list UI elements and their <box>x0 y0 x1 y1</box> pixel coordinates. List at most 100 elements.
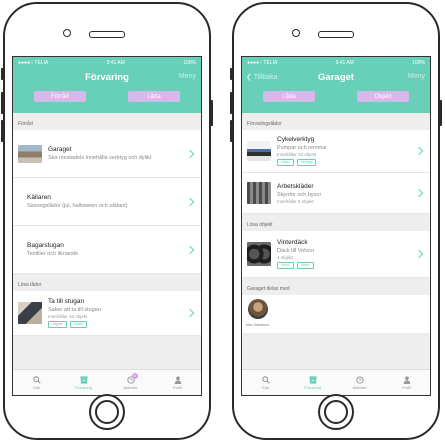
page-title: Förvaring <box>85 71 129 83</box>
menu-button[interactable]: Meny <box>179 73 196 80</box>
box-icon <box>79 375 88 384</box>
chevron-right-icon <box>414 146 424 156</box>
status-bar: ●●●●○ TELIA 9:41 AM 100% <box>242 57 430 68</box>
chevron-right-icon <box>414 188 424 198</box>
item-name: Källaren <box>27 194 51 201</box>
segment-forrad[interactable]: Förråd <box>34 91 86 102</box>
segment-control: Förråd Låda <box>13 91 201 102</box>
object-name: Vinterdäck <box>277 239 308 246</box>
segment-lada[interactable]: Låda <box>128 91 180 102</box>
tab-bar: Sök Förvaring Aktivitet Profil <box>242 369 430 395</box>
speaker <box>89 31 125 38</box>
tab-label: Förvaring <box>75 384 92 390</box>
list-item[interactable]: Cykelverktyg Pumpar och remmar Innehålle… <box>242 130 430 173</box>
battery: 100% <box>183 59 196 66</box>
tab-storage[interactable]: Förvaring <box>69 375 99 390</box>
tag[interactable]: Volvo <box>277 262 294 269</box>
shared-users: Mac Svensson <box>242 295 430 333</box>
chevron-right-icon <box>185 197 195 206</box>
menu-button[interactable]: Meny <box>408 73 425 80</box>
speaker <box>318 31 354 38</box>
object-count: 4 objekt <box>277 255 293 260</box>
home-button[interactable] <box>318 394 354 430</box>
notification-badge: 3 <box>131 372 138 379</box>
tab-label: Förvaring <box>304 384 321 390</box>
object-desc: Däck till Volvon <box>277 248 315 254</box>
tab-search[interactable]: Sök <box>22 375 52 390</box>
list-item[interactable]: Ta till stugan Saker att ta till stugan … <box>13 291 201 336</box>
segment-objekt[interactable]: Objekt <box>357 91 409 102</box>
tab-label: Aktivitet <box>123 384 138 390</box>
status-bar: ●●●●○ TELIA 9:41 AM 100% <box>13 57 201 68</box>
section-heading: Lösa lådor <box>18 282 42 288</box>
box-icon <box>308 375 317 384</box>
front-camera <box>292 29 300 37</box>
clock-icon <box>355 375 364 384</box>
segment-lada[interactable]: Låda <box>263 91 315 102</box>
power-button <box>439 100 442 126</box>
tools-photo <box>247 141 271 161</box>
tab-profile[interactable]: Profil <box>163 376 193 390</box>
back-button[interactable]: ❮ Tillbaka <box>246 73 278 81</box>
segment-control: Låda Objekt <box>242 91 430 102</box>
box-desc: Saker att ta till stugan <box>48 307 101 313</box>
item-name: Bagarstugan <box>27 242 64 249</box>
header: ●●●●○ TELIA 9:41 AM 100% ❮ Tillbaka Gara… <box>242 57 430 113</box>
tag[interactable]: Jägare <box>48 321 67 328</box>
list-item[interactable]: Vinterdäck Däck till Volvon 4 objekt Vol… <box>242 231 430 278</box>
item-desc: Säsongslådor (jul, halloween och sådant) <box>27 203 128 209</box>
tab-storage[interactable]: Förvaring <box>298 375 328 390</box>
clock: 9:41 AM <box>335 59 354 66</box>
person-icon <box>174 376 181 384</box>
screen: ●●●●○ TELIA 9:41 AM 100% ❮ Tillbaka Gara… <box>241 56 431 396</box>
tab-search[interactable]: Sök <box>251 375 281 390</box>
battery: 100% <box>412 59 425 66</box>
section-heading: Lösa objekt <box>247 222 273 228</box>
back-label: Tillbaka <box>253 74 278 81</box>
tab-activity[interactable]: 3 Aktivitet <box>116 372 146 390</box>
list-item[interactable]: Källaren Säsongslådor (jul, halloween oc… <box>13 178 201 226</box>
box-count: Innehåller 5 objekt <box>277 198 314 204</box>
volume-up-button <box>1 92 4 114</box>
box-desc: Skjortor och byxor <box>277 191 322 198</box>
home-button[interactable] <box>89 394 125 430</box>
mute-switch <box>1 68 4 80</box>
section-heading: Förvaringslådor <box>247 121 282 127</box>
box-count: Innehåller 16 objekt <box>48 314 88 319</box>
person-icon <box>403 376 410 384</box>
chevron-right-icon <box>185 149 195 158</box>
tab-profile[interactable]: Profil <box>392 376 422 390</box>
chevron-right-icon <box>414 249 424 259</box>
box-name: Arbetskläder <box>277 182 314 190</box>
list-item[interactable]: Garaget Ska mestadels innehålla verktyg … <box>13 130 201 178</box>
box-name: Ta till stugan <box>48 298 85 305</box>
tab-activity[interactable]: Aktivitet <box>345 375 375 390</box>
box-photo <box>18 302 42 324</box>
tag[interactable]: Vinter <box>69 321 87 328</box>
mute-switch <box>230 68 233 80</box>
power-button <box>210 100 213 126</box>
box-desc: Pumpar och remmar <box>277 145 328 151</box>
tab-bar: Sök Förvaring 3 Aktivitet Profil <box>13 369 201 395</box>
volume-down-button <box>230 120 233 142</box>
tag[interactable]: Cykel <box>277 159 294 166</box>
list-item[interactable]: Bagarstugan Textilier och liknande <box>13 226 201 274</box>
carrier: ●●●●○ TELIA <box>247 59 278 66</box>
shared-user-name: Mac Svensson <box>246 323 269 327</box>
tab-label: Aktivitet <box>352 384 367 390</box>
tires-photo <box>247 242 271 266</box>
screen: ●●●●○ TELIA 9:41 AM 100% Förvaring Meny … <box>12 56 202 396</box>
volume-up-button <box>230 92 233 114</box>
section-heading: Garaget delas med <box>247 286 290 292</box>
header: ●●●●○ TELIA 9:41 AM 100% Förvaring Meny … <box>13 57 201 113</box>
list-item[interactable]: Arbetskläder Skjortor och byxor Innehåll… <box>242 173 430 214</box>
tag[interactable]: Verktyg <box>296 159 317 166</box>
avatar[interactable] <box>248 299 268 319</box>
tab-label: Sök <box>262 384 269 390</box>
box-name: Cykelverktyg <box>277 136 315 143</box>
page-title: Garaget <box>318 71 354 83</box>
chevron-left-icon: ❮ <box>246 74 254 81</box>
carrier: ●●●●○ TELIA <box>18 59 49 66</box>
section-heading: Förråd <box>18 121 33 127</box>
tag[interactable]: Vinter <box>296 262 314 269</box>
